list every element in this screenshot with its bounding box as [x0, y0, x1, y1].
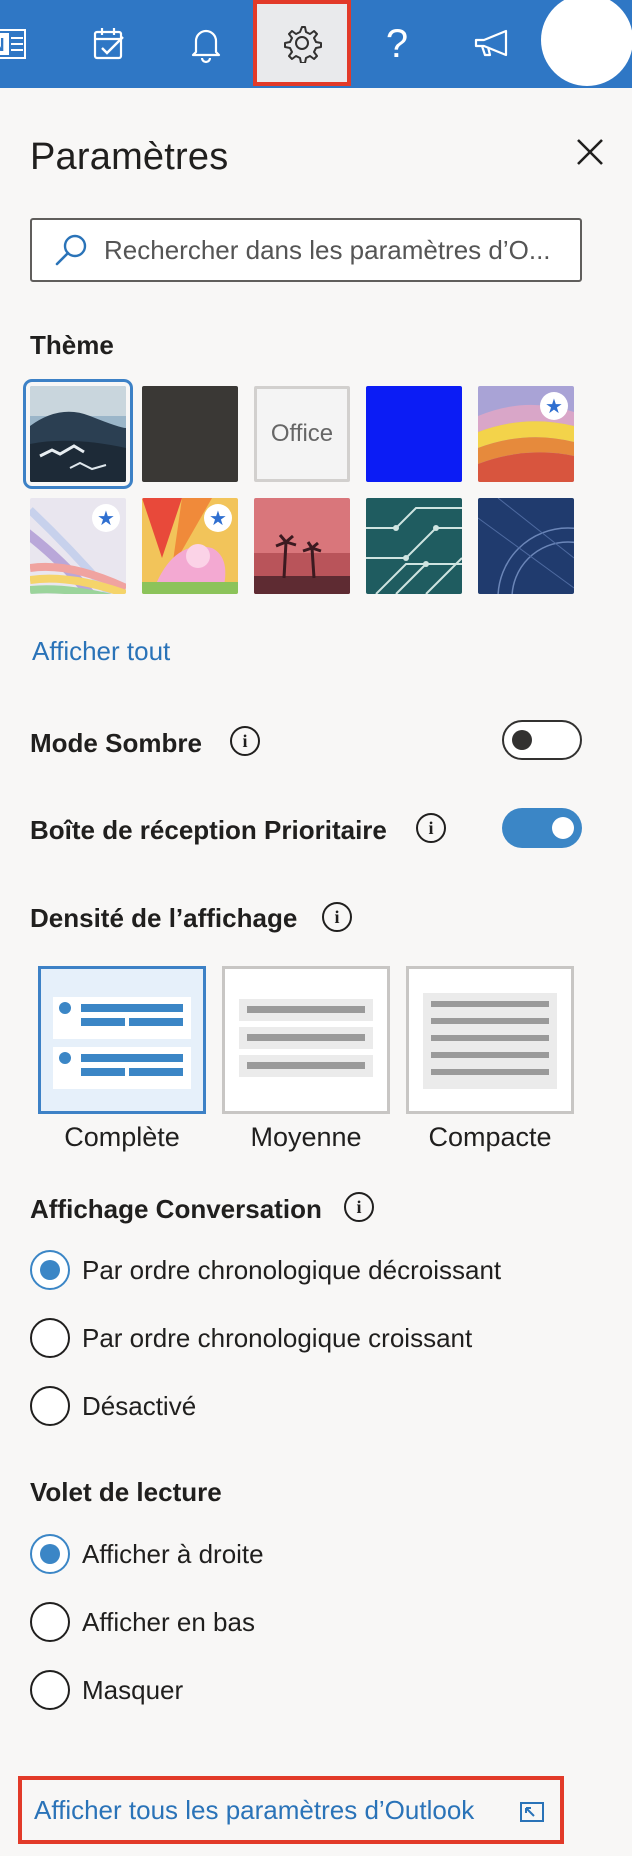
radio-button[interactable] — [30, 1250, 70, 1290]
close-button[interactable] — [572, 134, 608, 170]
all-settings-link-text: Afficher tous les paramètres d’Outlook — [34, 1794, 475, 1825]
theme-office[interactable]: Office — [254, 386, 350, 482]
show-all-themes-link[interactable]: Afficher tout — [32, 636, 170, 667]
dark-mode-toggle[interactable] — [502, 720, 582, 760]
premium-star-icon: ★ — [204, 504, 232, 532]
avatar[interactable] — [541, 0, 632, 86]
dark-mode-label: Mode Sombre — [30, 728, 202, 758]
reading-pane-right-option[interactable]: Afficher à droite — [30, 1534, 264, 1574]
gear-icon — [284, 26, 322, 63]
settings-title: Paramètres — [30, 136, 229, 178]
svg-text:N: N — [0, 35, 5, 55]
reading-pane-bottom-option[interactable]: Afficher en bas — [30, 1602, 255, 1642]
theme-palms[interactable] — [254, 498, 350, 594]
radio-button[interactable] — [30, 1602, 70, 1642]
top-bar: N ? — [0, 0, 632, 88]
conversation-oldest-first-option[interactable]: Par ordre chronologique croissant — [30, 1318, 472, 1358]
settings-search[interactable] — [30, 218, 582, 282]
settings-gear-button[interactable] — [253, 0, 351, 86]
theme-label: Thème — [30, 330, 114, 360]
radio-label: Afficher à droite — [82, 1538, 264, 1569]
info-icon[interactable]: i — [344, 1192, 374, 1222]
theme-ribbons[interactable]: ★ — [30, 498, 126, 594]
radio-button[interactable] — [30, 1318, 70, 1358]
toggle-knob — [512, 730, 532, 750]
search-input[interactable] — [104, 234, 574, 266]
info-icon[interactable]: i — [416, 813, 446, 843]
density-medium-label: Moyenne — [250, 1122, 362, 1152]
theme-rainbow-stripes[interactable]: ★ — [478, 386, 574, 482]
open-external-icon — [520, 1802, 544, 1822]
density-full-label: Complète — [64, 1122, 180, 1152]
help-icon[interactable]: ? — [352, 0, 442, 88]
density-compact-option[interactable] — [406, 966, 574, 1114]
close-icon — [577, 139, 603, 165]
density-label: Densité de l’affichage — [30, 903, 298, 933]
theme-circuit[interactable] — [366, 498, 462, 594]
density-full-option[interactable] — [38, 966, 206, 1114]
radio-label: Désactivé — [82, 1390, 197, 1421]
megaphone-icon[interactable] — [448, 0, 538, 88]
search-icon — [55, 234, 87, 266]
all-outlook-settings-link[interactable]: Afficher tous les paramètres d’Outlook — [18, 1776, 564, 1844]
reading-pane-hide-option[interactable]: Masquer — [30, 1670, 183, 1710]
radio-button[interactable] — [30, 1534, 70, 1574]
info-icon[interactable]: i — [230, 726, 260, 756]
radio-label: Afficher en bas — [82, 1606, 255, 1637]
theme-blueprint[interactable] — [478, 498, 574, 594]
todo-icon[interactable] — [64, 0, 154, 88]
radio-label: Masquer — [82, 1674, 184, 1705]
conversation-off-option[interactable]: Désactivé — [30, 1386, 196, 1426]
theme-dark-gray[interactable] — [142, 386, 238, 482]
radio-label: Par ordre chronologique décroissant — [82, 1254, 502, 1285]
premium-star-icon: ★ — [92, 504, 120, 532]
density-compact-label: Compacte — [428, 1122, 552, 1152]
bell-icon[interactable] — [161, 0, 251, 88]
conversation-label: Affichage Conversation — [30, 1194, 322, 1224]
reading-pane-label: Volet de lecture — [30, 1477, 222, 1507]
conversation-newest-first-option[interactable]: Par ordre chronologique décroissant — [30, 1250, 501, 1290]
theme-blue[interactable] — [366, 386, 462, 482]
radio-label: Par ordre chronologique croissant — [82, 1322, 473, 1353]
focused-inbox-toggle[interactable] — [502, 808, 582, 848]
theme-mountain[interactable] — [23, 379, 133, 489]
theme-unicorn[interactable]: ★ — [142, 498, 238, 594]
info-icon[interactable]: i — [322, 902, 352, 932]
radio-button[interactable] — [30, 1670, 70, 1710]
density-medium-option[interactable] — [222, 966, 390, 1114]
premium-star-icon: ★ — [540, 392, 568, 420]
onenote-icon[interactable]: N — [0, 0, 52, 88]
toggle-knob — [552, 817, 574, 839]
focused-inbox-label: Boîte de réception Prioritaire — [30, 815, 387, 845]
radio-button[interactable] — [30, 1386, 70, 1426]
